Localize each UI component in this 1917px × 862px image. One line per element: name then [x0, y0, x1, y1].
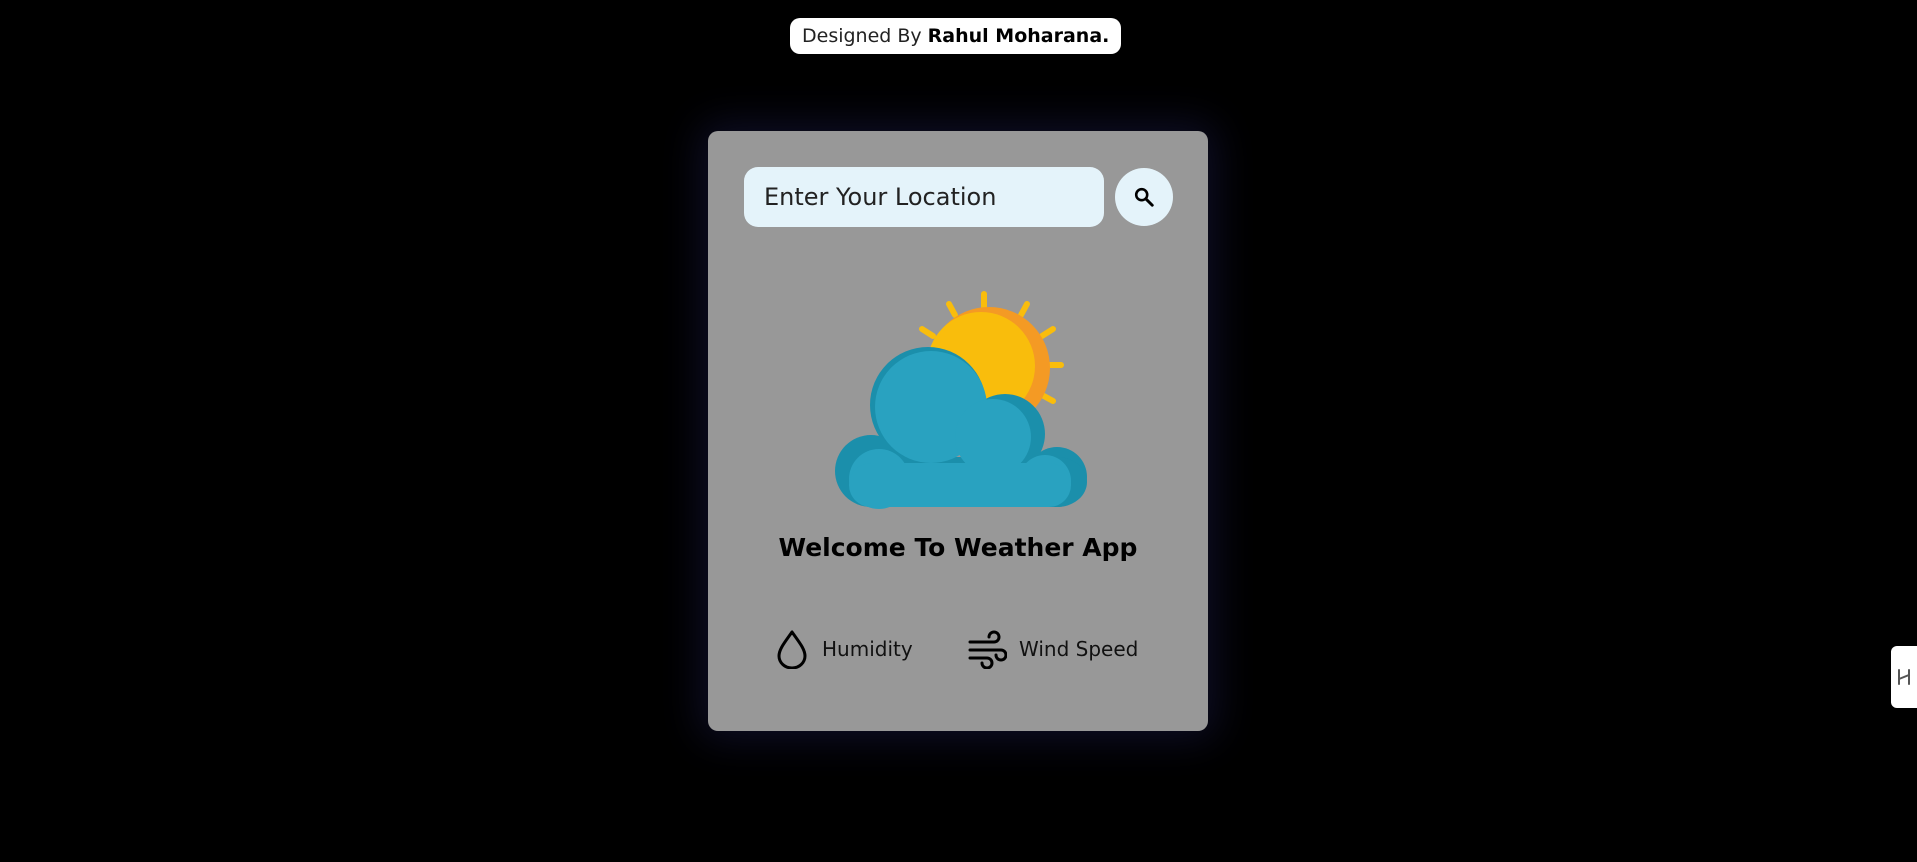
- humidity-stat: Humidity: [774, 627, 913, 671]
- credit-author: Rahul Moharana.: [927, 25, 1110, 47]
- partly-cloudy-icon: [835, 291, 1087, 509]
- expand-icon: [1898, 669, 1910, 685]
- credit-prefix: Designed By: [802, 25, 922, 47]
- humidity-label: Humidity: [822, 637, 913, 661]
- wind-speed-stat: Wind Speed: [967, 627, 1138, 671]
- location-search-input[interactable]: [744, 167, 1104, 227]
- side-tab[interactable]: [1891, 646, 1917, 708]
- water-drop-icon: [777, 630, 807, 669]
- weather-card: Welcome To Weather App Humidity Wind Spe…: [708, 131, 1208, 731]
- search-icon: [1134, 187, 1154, 207]
- welcome-title: Welcome To Weather App: [778, 533, 1138, 562]
- designer-credit: Designed By Rahul Moharana.: [790, 18, 1122, 54]
- wind-speed-label: Wind Speed: [1019, 637, 1139, 661]
- wind-icon: [968, 630, 1007, 669]
- search-button[interactable]: [1115, 168, 1173, 226]
